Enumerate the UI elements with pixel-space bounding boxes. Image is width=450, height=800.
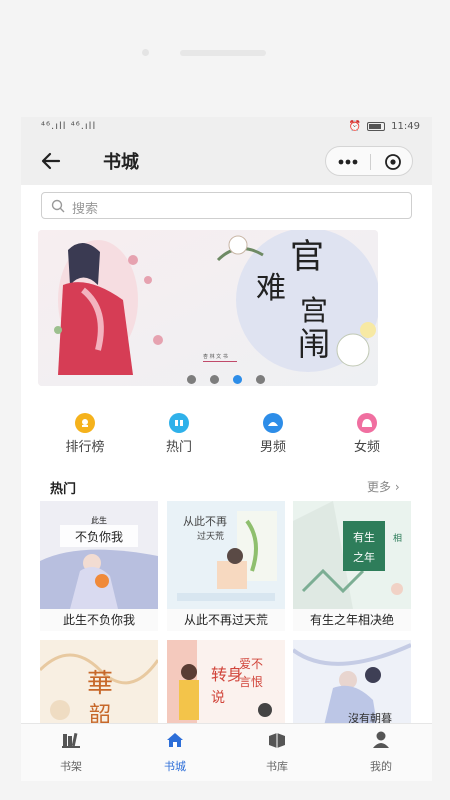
ranking-icon [75, 413, 95, 433]
hot-icon [169, 413, 189, 433]
svg-text:说: 说 [211, 690, 225, 706]
capsule-divider [370, 154, 371, 170]
svg-text:韶: 韶 [89, 703, 111, 723]
svg-text:相: 相 [393, 532, 402, 544]
category-male[interactable]: 男频 [233, 413, 313, 455]
svg-text:宫: 宫 [300, 294, 328, 327]
book-cover: 沒有朝暮 [293, 640, 411, 723]
book-title: 有生之年相决绝 [293, 609, 411, 631]
tab-label: 书城 [164, 760, 186, 773]
banner-title-char-1: 官 [290, 237, 324, 277]
svg-text:沒有朝暮: 沒有朝暮 [348, 711, 392, 723]
mini-program-capsule [325, 146, 413, 176]
category-label: 男频 [259, 440, 286, 455]
section-title: 热门 [50, 482, 77, 497]
bookshelf-icon [62, 732, 80, 748]
tab-bookshelf[interactable]: 书架 [41, 730, 101, 774]
more-link[interactable]: 更多 › [367, 478, 400, 495]
book-cover: 从此不再 过天荒 [167, 501, 285, 609]
phone-frame: ⁴⁶.ıll ⁴⁶.ıll ⏰ 11:49 书城 搜索 官 难 宫 闱 杏 林 … [0, 0, 450, 800]
svg-text:杏 林 文 书: 杏 林 文 书 [203, 353, 228, 360]
svg-text:有生: 有生 [353, 530, 375, 544]
svg-text:难: 难 [256, 271, 286, 306]
female-icon [357, 413, 377, 433]
tab-label: 书库 [266, 760, 288, 773]
tab-label: 书架 [60, 760, 82, 773]
book-cover: 不负你我 此生 [40, 501, 158, 609]
back-arrow-icon [41, 152, 61, 170]
bottom-tab-bar: 书架 书城 书库 我的 [21, 723, 432, 781]
carousel-dots [187, 375, 265, 384]
category-row: 排行榜 热门 男频 女频 [21, 413, 432, 463]
svg-text:言恨: 言恨 [239, 675, 263, 689]
svg-text:从此不再: 从此不再 [183, 515, 227, 528]
category-label: 热门 [165, 440, 192, 455]
more-button[interactable] [332, 151, 364, 173]
svg-text:不负你我: 不负你我 [75, 530, 123, 544]
svg-text:过天荒: 过天荒 [197, 530, 224, 542]
carousel-dot[interactable] [256, 375, 265, 384]
tab-label: 我的 [370, 760, 392, 773]
book-card[interactable]: 从此不再 过天荒 从此不再过天荒 [167, 501, 285, 631]
male-icon [263, 413, 283, 433]
category-female[interactable]: 女频 [327, 413, 407, 455]
book-card[interactable]: 沒有朝暮 [293, 640, 411, 723]
book-title: 从此不再过天荒 [167, 609, 285, 631]
book-cover: 转身 说 爱不 言恨 [167, 640, 285, 723]
tab-mine[interactable]: 我的 [351, 730, 411, 774]
category-ranking[interactable]: 排行榜 [45, 413, 125, 455]
svg-text:闱: 闱 [298, 325, 330, 363]
speaker-grille [180, 50, 266, 56]
app-screen: ⁴⁶.ıll ⁴⁶.ıll ⏰ 11:49 书城 搜索 官 难 宫 闱 杏 林 … [21, 117, 432, 781]
carousel-dot[interactable] [187, 375, 196, 384]
camera-dot [142, 49, 149, 56]
tab-bookstore[interactable]: 书城 [145, 730, 205, 774]
banner-image: 官 难 宫 闱 杏 林 文 书 [38, 230, 378, 386]
banner-carousel[interactable]: 官 难 宫 闱 杏 林 文 书 [38, 230, 378, 386]
book-icon [269, 733, 285, 748]
svg-text:華: 華 [87, 669, 113, 699]
category-hot[interactable]: 热门 [139, 413, 219, 455]
user-icon [373, 731, 389, 748]
search-icon [51, 199, 65, 213]
back-button[interactable] [37, 147, 65, 175]
book-title: 此生不负你我 [40, 609, 158, 631]
book-card[interactable]: 转身 说 爱不 言恨 [167, 640, 285, 723]
book-card[interactable]: 有生 之年 相 有生之年相决绝 [293, 501, 411, 631]
book-card[interactable]: 華 韶 [40, 640, 158, 723]
svg-text:此生: 此生 [91, 515, 107, 525]
close-circle-icon [385, 154, 401, 170]
search-input[interactable]: 搜索 [41, 192, 412, 219]
svg-text:爱不: 爱不 [239, 657, 263, 671]
alarm-icon: ⏰ [348, 121, 362, 132]
close-button[interactable] [377, 151, 409, 173]
nav-header: 书城 [21, 137, 432, 185]
status-time: 11:49 [391, 121, 420, 132]
status-bar: ⁴⁶.ıll ⁴⁶.ıll ⏰ 11:49 [21, 117, 432, 137]
more-dots-icon [338, 159, 358, 165]
book-card[interactable]: 不负你我 此生 此生不负你我 [40, 501, 158, 631]
carousel-dot-active[interactable] [233, 375, 242, 384]
page-title: 书城 [103, 152, 139, 173]
signal-indicator: ⁴⁶.ıll ⁴⁶.ıll [41, 121, 97, 132]
category-label: 排行榜 [65, 440, 105, 455]
book-cover: 有生 之年 相 [293, 501, 411, 609]
book-cover: 華 韶 [40, 640, 158, 723]
battery-icon [367, 122, 386, 131]
tab-library[interactable]: 书库 [247, 730, 307, 774]
carousel-dot[interactable] [210, 375, 219, 384]
home-icon [167, 733, 183, 747]
status-right: ⏰ 11:49 [349, 121, 420, 132]
search-placeholder: 搜索 [72, 202, 99, 217]
category-label: 女频 [353, 440, 380, 455]
svg-text:之年: 之年 [353, 550, 375, 564]
